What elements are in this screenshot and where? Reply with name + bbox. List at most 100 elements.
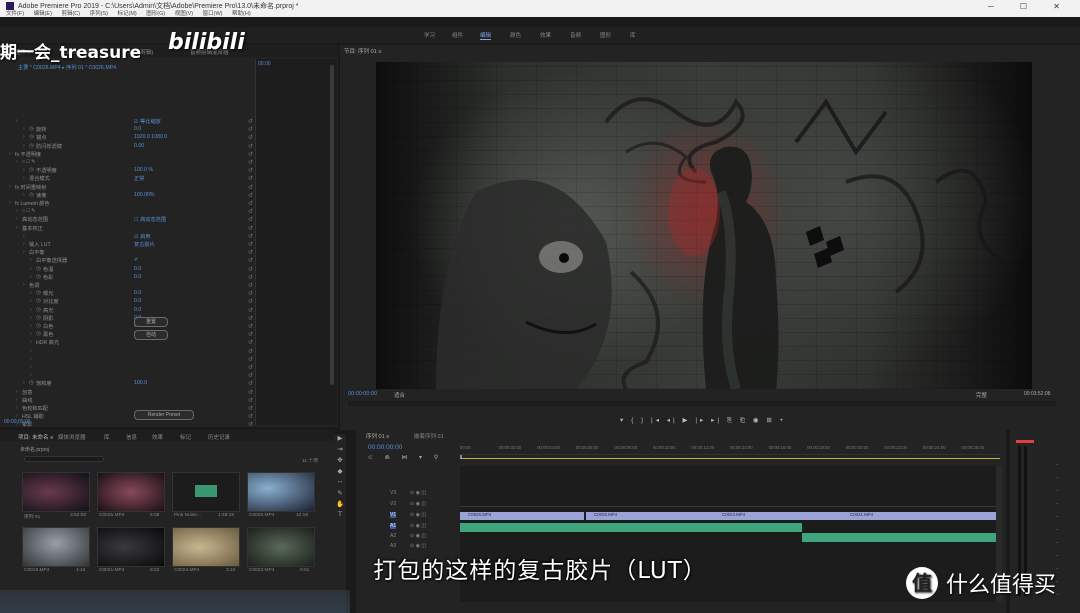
video-clip[interactable]: C0025.MP4 bbox=[586, 512, 714, 520]
project-item-thumbnail[interactable] bbox=[172, 472, 240, 512]
disclosure-triangle-icon[interactable]: › bbox=[23, 241, 25, 247]
reset-param-icon[interactable]: ↺ bbox=[248, 184, 253, 191]
stopwatch-icon[interactable]: ◷ bbox=[36, 298, 41, 304]
effect-param-row[interactable]: ›↺ bbox=[0, 356, 262, 364]
transport-controls[interactable]: ▾ { } |◂ ◂| ▶ |▸ ▸| ⎘ ⎗ ◉ ⊞ + bbox=[620, 416, 786, 425]
effect-param-row[interactable]: › 白平衡选择器 ✐ ↺ bbox=[0, 257, 262, 265]
timeline-ruler[interactable]: 00:00 00:00:02:00 00:00:04:00 00:00:06:00 00… bbox=[460, 444, 1000, 455]
reset-param-icon[interactable]: ↺ bbox=[248, 159, 253, 166]
ripple-edit-tool-icon[interactable]: ✥ bbox=[334, 456, 346, 467]
timeline-toolbar[interactable]: ⊂ ⋒ ⋈ ▾ ⚲ bbox=[368, 454, 443, 461]
pen-tool-icon[interactable]: ✎ bbox=[334, 489, 346, 500]
tab-nested-sequence[interactable]: 嵌套序列 01 bbox=[414, 432, 444, 440]
disclosure-triangle-icon[interactable]: › bbox=[23, 134, 25, 140]
render-preset-button[interactable]: Render Preset bbox=[134, 410, 194, 420]
effect-param-value[interactable]: ☑ 等比缩放 bbox=[134, 118, 161, 125]
auto-button[interactable]: 自动 bbox=[134, 330, 168, 340]
track-toggle-icons[interactable]: ⊙ ◉ ◫ bbox=[410, 512, 426, 518]
video-clip[interactable]: C0024.MP4 bbox=[714, 512, 842, 520]
reset-param-icon[interactable]: ↺ bbox=[248, 216, 253, 223]
menu-help[interactable]: 帮助(H) bbox=[232, 11, 251, 17]
track-toggle-icons[interactable]: ⊙ ◉ ◫ bbox=[410, 533, 426, 539]
reset-param-icon[interactable]: ↺ bbox=[248, 208, 253, 215]
track-header[interactable]: A2 ⊙ ◉ ◫ bbox=[376, 533, 458, 543]
reset-param-icon[interactable]: ↺ bbox=[248, 380, 253, 387]
effect-param-row[interactable]: › ☑ 启用 ↺ bbox=[0, 233, 262, 241]
track-toggle-icons[interactable]: ⊙ ◉ ◫ bbox=[410, 543, 426, 549]
tab-project[interactable]: 项目: 未命名 ≡ bbox=[18, 433, 53, 441]
effect-param-row[interactable]: › ◷ 色彩 0.0 ↺ bbox=[0, 274, 262, 282]
reset-param-icon[interactable]: ↺ bbox=[248, 151, 253, 158]
reset-param-icon[interactable]: ↺ bbox=[248, 372, 253, 379]
stopwatch-icon[interactable]: ◷ bbox=[29, 143, 34, 149]
effect-param-value[interactable]: 复古胶片 bbox=[134, 241, 155, 248]
effect-param-row[interactable]: ›↺ bbox=[0, 364, 262, 372]
effect-param-row[interactable]: ›↺ bbox=[0, 348, 262, 356]
disclosure-triangle-icon[interactable]: › bbox=[30, 348, 32, 354]
disclosure-triangle-icon[interactable]: › bbox=[16, 159, 18, 165]
effect-param-row[interactable]: › HDR 高光 ↺ bbox=[0, 339, 262, 347]
effect-param-row[interactable]: › 色轮和匹配 ↺ bbox=[0, 405, 262, 413]
effect-param-value[interactable]: ☑ 启用 bbox=[134, 233, 150, 240]
disclosure-triangle-icon[interactable]: › bbox=[16, 389, 18, 395]
reset-param-icon[interactable]: ↺ bbox=[248, 389, 253, 396]
disclosure-triangle-icon[interactable]: › bbox=[23, 167, 25, 173]
effect-param-row[interactable]: › 色调 ↺ bbox=[0, 282, 262, 290]
window-controls[interactable]: ─ ☐ ✕ bbox=[988, 2, 1072, 11]
effect-param-value[interactable]: 1920.0 1080.0 bbox=[134, 134, 167, 140]
effect-param-row[interactable]: › ◷ 防闪烁滤镜 0.00 ↺ bbox=[0, 143, 262, 151]
audio-clip[interactable] bbox=[460, 523, 802, 532]
tab-libraries[interactable]: 库 bbox=[104, 433, 110, 441]
effect-param-row[interactable]: › fx 不透明度 ↺ bbox=[0, 151, 262, 159]
disclosure-triangle-icon[interactable]: › bbox=[16, 405, 18, 411]
disclosure-triangle-icon[interactable]: › bbox=[9, 200, 11, 206]
disclosure-triangle-icon[interactable]: › bbox=[16, 216, 18, 222]
effect-param-row[interactable]: ›↺ bbox=[0, 372, 262, 380]
reset-param-icon[interactable]: ↺ bbox=[248, 175, 253, 182]
effect-param-value[interactable]: 0.0 bbox=[134, 126, 141, 132]
reset-param-icon[interactable]: ↺ bbox=[248, 126, 253, 133]
reset-param-icon[interactable]: ↺ bbox=[248, 233, 253, 240]
stopwatch-icon[interactable]: ◷ bbox=[29, 192, 34, 198]
menu-graphics[interactable]: 图形(G) bbox=[146, 11, 165, 17]
disclosure-triangle-icon[interactable]: › bbox=[16, 118, 18, 124]
project-search-input[interactable] bbox=[24, 456, 104, 462]
effect-param-row[interactable]: › ◷ 锚点 1920.0 1080.0 ↺ bbox=[0, 134, 262, 142]
tab-markers[interactable]: 标记 bbox=[180, 433, 191, 441]
reset-param-icon[interactable]: ↺ bbox=[248, 356, 253, 363]
track-header[interactable]: V1 ⊙ ◉ ◫ bbox=[376, 512, 458, 522]
reset-param-icon[interactable]: ↺ bbox=[248, 257, 253, 264]
effect-param-row[interactable]: › 创意 ↺ bbox=[0, 389, 262, 397]
reset-param-icon[interactable]: ↺ bbox=[248, 143, 253, 150]
reset-param-icon[interactable]: ↺ bbox=[248, 225, 253, 232]
stopwatch-icon[interactable]: ◷ bbox=[36, 307, 41, 313]
effect-param-row[interactable]: › ◷ 曝光 0.0 ↺ bbox=[0, 290, 262, 298]
tab-info[interactable]: 信息 bbox=[126, 433, 137, 441]
disclosure-triangle-icon[interactable]: › bbox=[30, 323, 32, 329]
reset-param-icon[interactable]: ↺ bbox=[248, 282, 253, 289]
menu-marker[interactable]: 标记(M) bbox=[117, 11, 136, 17]
stopwatch-icon[interactable]: ◷ bbox=[29, 134, 34, 140]
reset-param-icon[interactable]: ↺ bbox=[248, 192, 253, 199]
reset-param-icon[interactable]: ↺ bbox=[248, 118, 253, 125]
reset-param-icon[interactable]: ↺ bbox=[248, 290, 253, 297]
disclosure-triangle-icon[interactable]: › bbox=[23, 126, 25, 132]
effect-param-value[interactable]: 正常 bbox=[134, 175, 144, 182]
effect-param-value[interactable]: 0.0 bbox=[134, 290, 141, 296]
effect-param-row[interactable]: › ◷ 旋转 0.0 ↺ bbox=[0, 126, 262, 134]
stopwatch-icon[interactable]: ◷ bbox=[36, 331, 41, 337]
reset-param-icon[interactable]: ↺ bbox=[248, 249, 253, 256]
track-toggle-icons[interactable]: ⊙ ◉ ◫ bbox=[410, 490, 426, 496]
effect-param-row[interactable]: › 高动态范围 ☐ 高动态范围 ↺ bbox=[0, 216, 262, 224]
hand-tool-icon[interactable]: ✋ bbox=[334, 500, 346, 511]
project-item-thumbnail[interactable] bbox=[22, 472, 90, 512]
workspace-tab[interactable]: 学习 bbox=[424, 31, 435, 39]
reset-param-icon[interactable]: ↺ bbox=[248, 241, 253, 248]
disclosure-triangle-icon[interactable]: › bbox=[23, 192, 25, 198]
playhead-timecode[interactable]: 00:00:00:00 bbox=[348, 391, 377, 397]
workspace-tab[interactable]: 效果 bbox=[540, 31, 551, 39]
monitor-scrub-bar[interactable] bbox=[348, 401, 1056, 406]
reset-param-icon[interactable]: ↺ bbox=[248, 397, 253, 404]
disclosure-triangle-icon[interactable]: › bbox=[9, 184, 11, 190]
disclosure-triangle-icon[interactable]: › bbox=[30, 339, 32, 345]
